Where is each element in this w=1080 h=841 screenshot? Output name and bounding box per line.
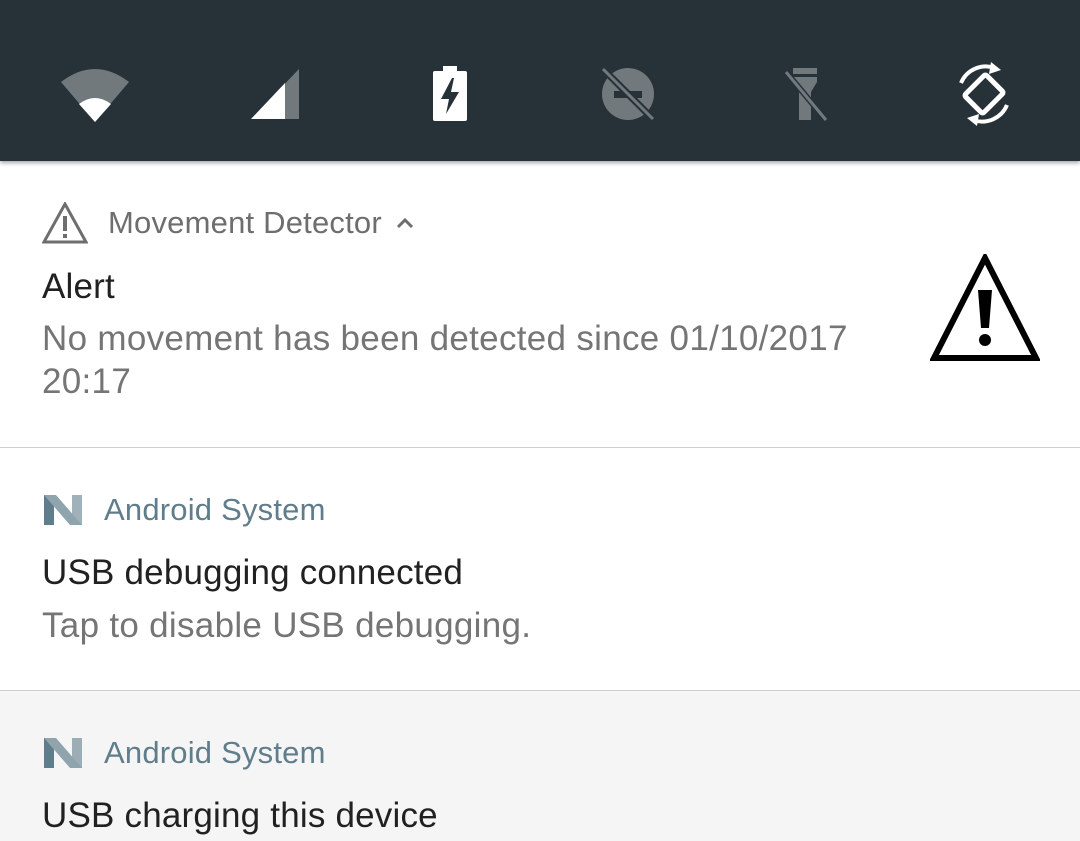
- notification-header: Android System: [42, 731, 326, 775]
- notification-title: USB debugging connected: [42, 553, 464, 592]
- cellular-tile[interactable]: [237, 58, 309, 130]
- notification-body: No movement has been detected since 01/1…: [42, 319, 848, 401]
- notification-title: USB charging this device: [42, 796, 438, 835]
- do-not-disturb-off-icon: [600, 66, 656, 122]
- android-n-icon: [44, 495, 82, 525]
- flashlight-tile[interactable]: [769, 58, 841, 130]
- warning-triangle-icon: [42, 202, 88, 244]
- warning-sign-icon: [930, 254, 1040, 361]
- battery-tile[interactable]: [414, 58, 486, 130]
- notification-title: Alert: [42, 267, 115, 306]
- notification-movement-detector[interactable]: Movement Detector Alert No movement has …: [0, 161, 1080, 447]
- quick-settings-bar: [0, 0, 1080, 161]
- flashlight-off-icon: [783, 68, 829, 122]
- notification-header: Movement Detector: [42, 201, 414, 245]
- app-name: Movement Detector: [108, 205, 382, 240]
- cellular-signal-icon: [251, 69, 299, 119]
- notification-usb-debugging[interactable]: Android System USB debugging connected T…: [0, 448, 1080, 690]
- chevron-up-icon[interactable]: [396, 217, 414, 229]
- wifi-tile[interactable]: [59, 58, 131, 130]
- android-n-icon: [44, 738, 82, 768]
- auto-rotate-icon: [959, 62, 1009, 126]
- app-name: Android System: [104, 492, 326, 527]
- notification-body: Tap to disable USB debugging.: [42, 606, 532, 645]
- notification-header: Android System: [42, 488, 326, 532]
- dnd-tile[interactable]: [592, 58, 664, 130]
- app-name: Android System: [104, 735, 326, 770]
- battery-charging-icon: [433, 66, 467, 121]
- wifi-icon: [61, 69, 129, 122]
- auto-rotate-tile[interactable]: [948, 58, 1020, 130]
- notification-usb-charging[interactable]: Android System USB charging this device: [0, 691, 1080, 841]
